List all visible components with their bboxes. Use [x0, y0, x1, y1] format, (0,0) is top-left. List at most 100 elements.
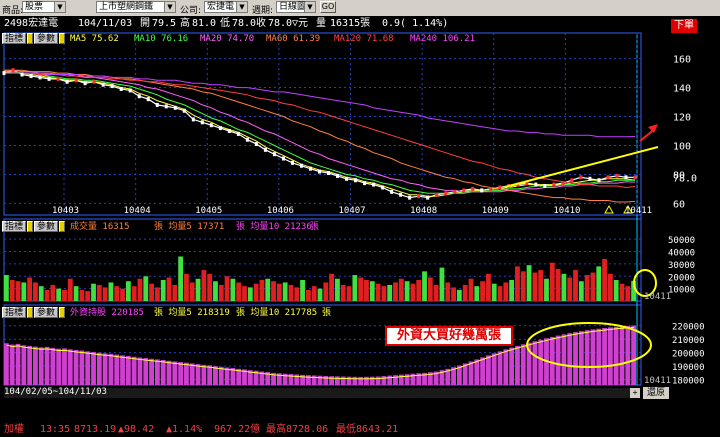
- volume-x-edge-label: 10411: [644, 292, 671, 302]
- volume-tick-label: 40000: [668, 249, 695, 259]
- candle: [110, 84, 114, 89]
- indicator-button[interactable]: 指標: [2, 221, 27, 232]
- arrow-head-icon: [648, 124, 658, 133]
- foreign-bar: [137, 357, 143, 385]
- price-series-ma60: [4, 69, 636, 203]
- volume-tick-label: 10000: [668, 286, 695, 296]
- param-button[interactable]: 參數: [34, 307, 59, 318]
- price-x-tick-label: 10406: [267, 206, 294, 216]
- price-tick-label: 60: [673, 199, 685, 210]
- candle: [561, 181, 565, 186]
- candle: [227, 129, 231, 133]
- indicator-button[interactable]: 指標: [2, 307, 27, 318]
- indicator-dropdown-icon[interactable]: [27, 33, 33, 44]
- foreign-bar: [120, 355, 125, 385]
- foreign-bar: [486, 355, 491, 385]
- volume-bar: [544, 278, 549, 301]
- volume-bar: [224, 276, 230, 301]
- volume-bar: [38, 286, 44, 301]
- volume-bar: [21, 282, 27, 301]
- foreign-bar: [213, 366, 218, 385]
- volume-bar: [149, 283, 154, 301]
- candle: [471, 186, 475, 191]
- volume-bar: [480, 281, 486, 301]
- last-price-label: 78.0: [673, 173, 697, 184]
- volume-bar: [497, 286, 503, 301]
- indicator-dropdown-icon[interactable]: [27, 221, 33, 232]
- foreign-bar: [532, 341, 538, 385]
- candle: [615, 173, 619, 178]
- volume-bar: [451, 287, 456, 301]
- candle: [381, 185, 385, 190]
- candle: [534, 182, 538, 187]
- volume-bar: [486, 273, 491, 301]
- volume-bar: [561, 273, 567, 301]
- foreign-bar: [91, 352, 96, 385]
- foreign-bar: [619, 326, 625, 385]
- foreign-ma10-label: 張 均量10 217785: [236, 308, 318, 318]
- foreign-tick-label: 220000: [672, 323, 705, 333]
- candle: [29, 73, 33, 78]
- volume-bar: [247, 287, 253, 301]
- foreign-bar: [96, 352, 102, 385]
- param-dropdown-icon[interactable]: [59, 33, 65, 44]
- volume-bar: [352, 275, 358, 301]
- foreign-bar: [125, 356, 131, 385]
- volume-bar: [102, 287, 108, 301]
- param-button[interactable]: 參數: [34, 33, 59, 44]
- param-dropdown-icon[interactable]: [59, 221, 65, 232]
- foreign-bar: [480, 357, 486, 385]
- volume-bar: [393, 282, 398, 301]
- volume-bar: [358, 277, 364, 301]
- candle: [552, 182, 556, 187]
- index-value: 8713.19: [74, 424, 117, 435]
- candle: [426, 195, 430, 200]
- foreign-bar: [578, 331, 584, 385]
- candle: [336, 173, 340, 178]
- restore-button[interactable]: 還原: [643, 387, 669, 399]
- foreign-bar: [21, 345, 27, 385]
- volume-tick-label: 20000: [668, 273, 695, 283]
- foreign-bar: [346, 376, 352, 385]
- stock-chart: 608010012014016010403 10404 10405 10406 1040…: [2, 32, 705, 387]
- candle: [444, 191, 448, 196]
- foreign-bar: [85, 351, 91, 385]
- foreign-bar: [520, 344, 526, 385]
- indicator-dropdown-icon[interactable]: [27, 307, 33, 318]
- candle: [128, 88, 132, 93]
- volume-bar: [596, 266, 602, 301]
- index-amount: 967.22億: [214, 424, 261, 435]
- foreign-bar: [590, 329, 596, 385]
- foreign-bar: [9, 344, 15, 385]
- foreign-tail-label: 張: [322, 308, 332, 318]
- candle: [606, 175, 610, 180]
- foreign-bar: [4, 343, 9, 385]
- candle: [47, 76, 51, 81]
- candle: [200, 120, 204, 125]
- param-button[interactable]: 參數: [34, 221, 59, 232]
- foreign-bar: [352, 376, 358, 385]
- ma20-label: MA20 74.70: [200, 34, 255, 44]
- volume-bar: [329, 273, 335, 301]
- volume-bar: [236, 282, 242, 301]
- candle: [453, 189, 457, 194]
- foreign-ma5-label: 張 均量5 218319: [154, 308, 230, 318]
- candle: [2, 71, 6, 76]
- candle: [327, 171, 331, 175]
- volume-bar: [108, 282, 114, 301]
- volume-bar: [131, 286, 137, 301]
- candle: [164, 104, 168, 109]
- volume-bar: [416, 279, 422, 301]
- param-dropdown-icon[interactable]: [59, 307, 65, 318]
- scroll-right-button[interactable]: +: [630, 388, 640, 398]
- volume-bar: [166, 277, 172, 301]
- volume-bar: [584, 275, 590, 301]
- volume-ma10-label: 張 均量10 21236: [236, 222, 312, 232]
- candle: [390, 189, 394, 194]
- volume-bar: [160, 279, 166, 301]
- indicator-button[interactable]: 指標: [2, 33, 27, 44]
- volume-bar: [625, 286, 631, 301]
- volume-bar: [340, 284, 346, 301]
- volume-bar: [311, 286, 317, 301]
- foreign-bar: [497, 351, 503, 385]
